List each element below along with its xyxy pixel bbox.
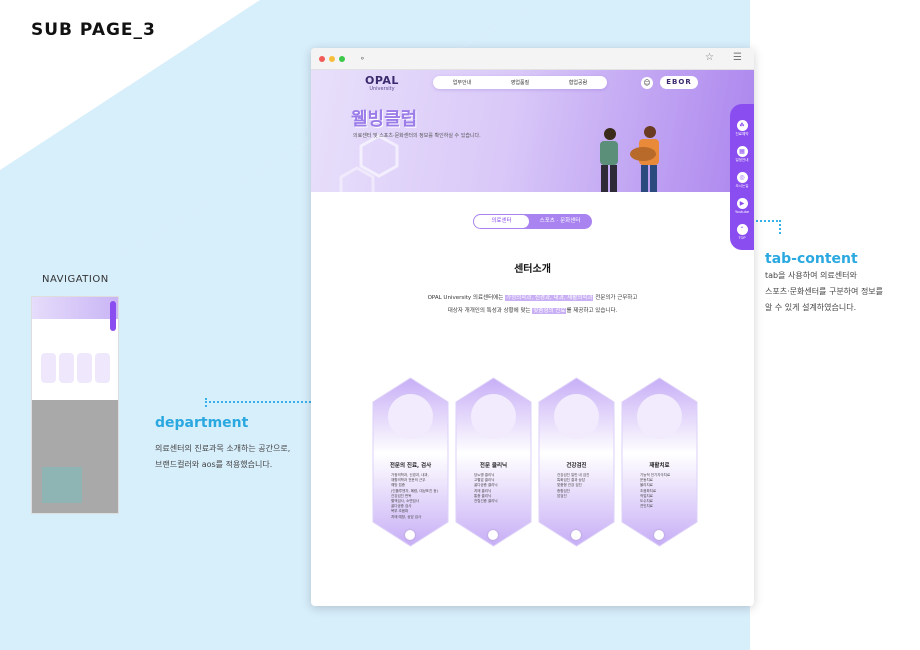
leaf-icon: ☘ [736, 120, 748, 131]
hero-subtitle: 의료센터 및 스포츠·문화센터의 정보를 확인하실 수 있습니다. [353, 133, 481, 139]
department-card[interactable]: 전문의 진료, 검사 가정의학과, 신경과, 내과, 재활의학과 전문의 근무 … [371, 376, 450, 548]
sidebar-item-label: 진료예약 [735, 132, 749, 136]
card-title: 재활치료 [649, 463, 670, 469]
intro-text: 를 제공하고 있습니다. [566, 308, 618, 314]
thumb-map [42, 467, 82, 503]
calendar-icon: ▦ [736, 146, 748, 157]
ebor-button[interactable]: EBOR [660, 76, 698, 89]
hero-title: 웰빙클럽 [351, 109, 418, 130]
card-list-item: 전립선증 클리닉 [474, 499, 498, 504]
doctor-avatar-icon [471, 394, 516, 439]
sidebar-item-label: 오시는길 [735, 184, 749, 188]
top-navigation: 업무안내 영업품질 협업공람 [433, 76, 607, 89]
tab-content-annotation-text: tab을 사용하여 의료센터와 스포츠·문화센터를 구분하여 정보를 알 수 있… [765, 268, 883, 316]
thumb-card [40, 353, 56, 383]
nav-item-quality[interactable]: 영업품질 [511, 79, 529, 86]
department-annotation-title: department [155, 415, 249, 431]
page-label: SUB PAGE_3 [31, 20, 156, 40]
card-indicator [571, 530, 581, 540]
doctor-avatar-icon [388, 394, 433, 439]
sidebar-item-reservation[interactable]: ☘ 진료예약 [730, 120, 754, 137]
sidebar-item-directions[interactable]: ◎ 오시는길 [730, 172, 754, 189]
card-indicator [405, 530, 415, 540]
star-icon[interactable]: ☆ [705, 52, 714, 63]
browser-chrome: ⚬ ☆ ☰ [311, 48, 754, 70]
thumb-cards [32, 353, 118, 383]
card-list-item: 견인치료 [640, 504, 653, 509]
card-title: 전문 클리닉 [479, 463, 508, 469]
doctor-avatar-icon [554, 394, 599, 439]
thumb-hero [32, 297, 118, 331]
sidebar-item-label: TOP [738, 236, 746, 240]
logo-sub: University [369, 86, 395, 92]
card-list: 건강검진 일반 내 검진 특화검진 결과 상담 맞춤형 건강 검진 종합검진 암… [557, 473, 607, 499]
arrow-up-icon: ⌃ [736, 224, 748, 235]
card-indicator [654, 530, 664, 540]
card-list: 가정의학과, 신경과, 내과, 재활의학과 전문의 근무 예방 접종 (인플루엔… [391, 473, 441, 520]
card-title: 건강검진 [566, 463, 587, 469]
thumb-card [94, 353, 110, 383]
intro-highlight: 맞춤형의 진료 [532, 308, 567, 314]
intro-line-1: OPAL University 의료센터에는 가정의학과, 신경과, 내과, 재… [311, 293, 754, 301]
thumb-sidebar [110, 301, 116, 331]
maximize-dot-icon[interactable] [339, 56, 345, 62]
hero-banner: OPAL University 업무안내 영업품질 협업공람 ☺ EBOR 웰빙… [311, 70, 754, 192]
sidebar-item-top[interactable]: ⌃ TOP [730, 224, 754, 240]
logo[interactable]: OPAL University [365, 74, 399, 92]
thumb-card [76, 353, 92, 383]
youtube-icon: ▶ [736, 198, 748, 209]
intro-text: 대상자 개개인의 특성과 상황에 맞는 [447, 308, 533, 314]
doctor-avatar-icon [637, 394, 682, 439]
card-list-item: 암검진 [557, 493, 567, 498]
minimize-dot-icon[interactable] [329, 56, 335, 62]
quick-menu-sidebar: ☘ 진료예약 ▦ 일정안내 ◎ 오시는길 ▶ Youtube ⌃ TOP [730, 104, 754, 250]
card-list: 당뇨병 클리닉 고혈압 클리닉 골다공증 클리닉 치매 클리닉 통증 클리닉 전… [474, 473, 524, 504]
department-annotation-text: 의료센터의 진료과목 소개하는 공간으로, 브랜드컬러와 aos를 적용했습니다… [155, 441, 290, 473]
tab-group: 의료센터 스포츠 · 문화센터 [473, 214, 592, 229]
target-icon: ◎ [736, 172, 748, 183]
musicians-illustration-icon [600, 126, 659, 192]
card-list-item: 치매 예방, 상담 검사 [391, 514, 422, 519]
card-title: 전문의 진료, 검사 [389, 463, 432, 469]
navigation-thumbnail[interactable] [31, 296, 119, 514]
annotation-line: tab을 사용하여 의료센터와 [765, 271, 857, 280]
navigation-title: NAVIGATION [42, 274, 109, 285]
thumb-card [58, 353, 74, 383]
sidebar-item-label: 일정안내 [735, 158, 749, 162]
lock-icon: ⚬ [359, 54, 366, 63]
department-card[interactable]: 전문 클리닉 당뇨병 클리닉 고혈압 클리닉 골다공증 클리닉 치매 클리닉 통… [454, 376, 533, 548]
annotation-line: 브랜드컬러와 aos를 적용했습니다. [155, 460, 273, 469]
intro-text: 전문의가 근무하고 [593, 295, 638, 301]
intro-text: OPAL University 의료센터에는 [427, 295, 506, 301]
tab-content-connector [779, 220, 781, 234]
tab-medical-center[interactable]: 의료센터 [474, 215, 529, 228]
nav-item-collaboration[interactable]: 협업공람 [569, 79, 587, 86]
department-card[interactable]: 건강검진 건강검진 일반 내 검진 특화검진 결과 상담 맞춤형 건강 검진 종… [537, 376, 616, 548]
browser-window: ⚬ ☆ ☰ OPAL University 업무안내 영업품질 협업공람 ☺ E… [311, 48, 754, 606]
annotation-line: 의료센터의 진료과목 소개하는 공간으로, [155, 444, 291, 453]
user-icon[interactable]: ☺ [641, 77, 653, 89]
card-list: 기능적 전기자극치료 운동치료 물리치료 초음파치료 작업치료 도수치료 견인치… [640, 473, 690, 509]
annotation-line: 스포츠·문화센터를 구분하여 정보를 [765, 287, 884, 296]
intro-highlight: 가정의학과, 신경과, 내과, 재활의학과 [505, 295, 594, 301]
sidebar-item-schedule[interactable]: ▦ 일정안내 [730, 146, 754, 163]
card-indicator [488, 530, 498, 540]
menu-icon[interactable]: ☰ [733, 52, 742, 63]
sidebar-item-label: Youtube [735, 210, 749, 214]
nav-item-business[interactable]: 업무안내 [453, 79, 471, 86]
intro-line-2: 대상자 개개인의 특성과 상황에 맞는 맞춤형의 진료를 제공하고 있습니다. [311, 306, 754, 314]
section-title: 센터소개 [514, 264, 551, 275]
department-card[interactable]: 재활치료 기능적 전기자극치료 운동치료 물리치료 초음파치료 작업치료 도수치… [620, 376, 699, 548]
annotation-line: 알 수 있게 설계하였습니다. [765, 303, 857, 312]
tab-content-annotation-title: tab-content [765, 251, 858, 267]
tab-sports-culture-center[interactable]: 스포츠 · 문화센터 [530, 215, 590, 228]
sidebar-item-youtube[interactable]: ▶ Youtube [730, 198, 754, 214]
close-dot-icon[interactable] [319, 56, 325, 62]
